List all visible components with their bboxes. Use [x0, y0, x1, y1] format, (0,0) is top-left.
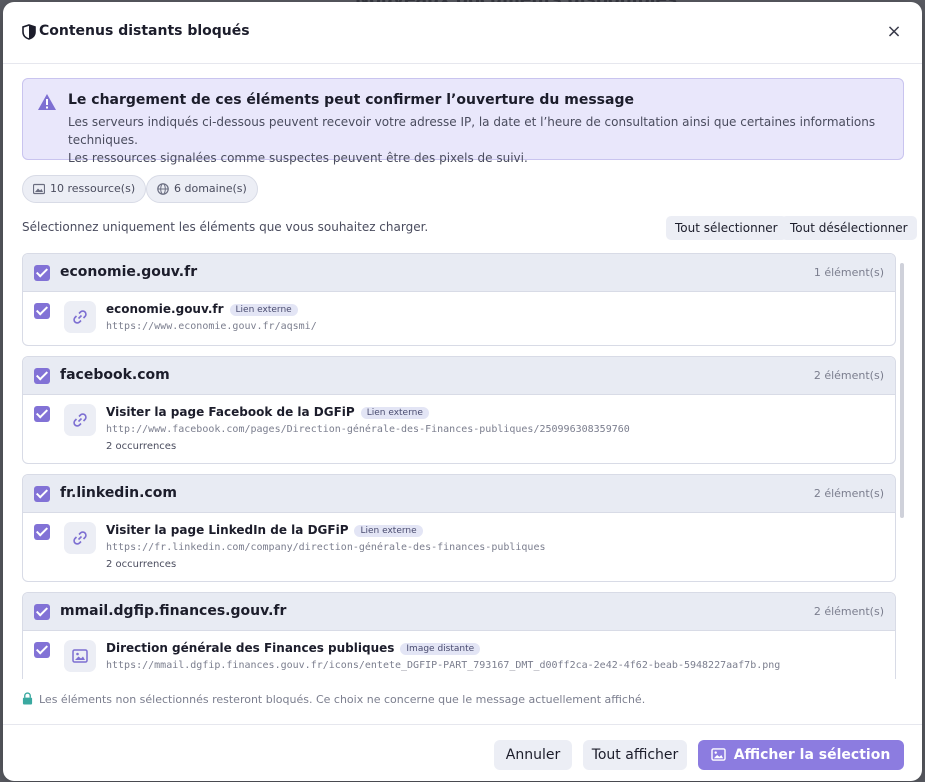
domain-item-count: 2 élément(s): [813, 487, 884, 500]
image-icon: [33, 183, 45, 195]
dialog-title: Contenus distants bloqués: [39, 23, 250, 39]
resource-name-text: Visiter la page Facebook de la DGFiP: [106, 405, 355, 419]
image-icon: [711, 748, 726, 761]
show-selection-button[interactable]: Afficher la sélection (6): [698, 740, 904, 781]
resource-type-badge: Lien externe: [229, 304, 298, 316]
resources-count-chip: 10 ressource(s): [22, 175, 147, 203]
domain-group: facebook.com 2 élément(s) Visiter la pag…: [22, 356, 896, 464]
resource-url: https://mmail.dgfip.finances.gouv.fr/ico…: [106, 660, 781, 671]
alert-line-2: Les ressources signalées comme suspectes…: [68, 151, 528, 165]
shield-icon: [22, 24, 36, 40]
resource-occurrences: 2 occurrences: [106, 559, 177, 570]
resources-count: 10 ressource(s): [50, 182, 136, 195]
resource-name: Visiter la page LinkedIn de la DGFiP Lien…: [106, 523, 423, 537]
resource-name-text: Direction générale des Finances publique…: [106, 641, 395, 655]
domain-group: economie.gouv.fr 1 élément(s) economie.g…: [22, 253, 896, 346]
alert-line-1: Les serveurs indiqués ci-dessous peuvent…: [68, 115, 876, 147]
domain-name: facebook.com: [60, 367, 170, 383]
domain-group-header: mmail.dgfip.finances.gouv.fr 2 élément(s…: [23, 593, 895, 631]
deselect-all-button[interactable]: Tout désélectionner: [781, 216, 917, 240]
link-icon: [64, 404, 96, 436]
domain-group-header: fr.linkedin.com 2 élément(s): [23, 475, 895, 513]
link-icon: [64, 522, 96, 554]
cancel-button[interactable]: Annuler: [494, 740, 572, 770]
domain-item-count: 2 élément(s): [813, 605, 884, 618]
domain-checkbox[interactable]: [34, 486, 50, 502]
resource-name: Direction générale des Finances publique…: [106, 641, 481, 655]
remote-content-dialog: Contenus distants bloqués × Le chargemen…: [3, 2, 922, 781]
domain-item-count: 1 élément(s): [813, 266, 884, 279]
close-icon[interactable]: ×: [882, 20, 906, 44]
domain-name: mmail.dgfip.finances.gouv.fr: [60, 603, 287, 619]
domain-group-header: economie.gouv.fr 1 élément(s): [23, 254, 895, 292]
list-scrollbar[interactable]: [900, 263, 904, 518]
resource-checkbox[interactable]: [34, 406, 50, 422]
domain-group: mmail.dgfip.finances.gouv.fr 2 élément(s…: [22, 592, 896, 679]
domains-count-chip: 6 domaine(s): [146, 175, 258, 203]
globe-icon: [157, 183, 169, 195]
resource-name-text: economie.gouv.fr: [106, 302, 224, 316]
show-all-button[interactable]: Tout afficher: [583, 740, 687, 770]
resource-type-badge: Lien externe: [354, 525, 423, 537]
dialog-footer: Annuler Tout afficher Afficher la sélect…: [3, 724, 922, 781]
resource-url: https://fr.linkedin.com/company/directio…: [106, 542, 546, 553]
resource-name: Visiter la page Facebook de la DGFiP Lien…: [106, 405, 429, 419]
privacy-warning-alert: Le chargement de ces éléments peut confi…: [22, 78, 904, 165]
warning-icon: [38, 94, 56, 110]
resource-type-badge: Image distante: [400, 643, 481, 655]
domain-group-header: facebook.com 2 élément(s): [23, 357, 895, 395]
blocked-note-text: Les éléments non sélectionnés resteront …: [39, 693, 646, 706]
link-icon: [64, 301, 96, 333]
alert-text: Les serveurs indiqués ci-dessous peuvent…: [68, 113, 898, 167]
domain-name: fr.linkedin.com: [60, 485, 177, 501]
resource-checkbox[interactable]: [34, 642, 50, 658]
domain-checkbox[interactable]: [34, 265, 50, 281]
resource-name: economie.gouv.fr Lien externe: [106, 302, 298, 316]
domains-count: 6 domaine(s): [174, 182, 247, 195]
image-icon: [64, 640, 96, 672]
domain-checkbox[interactable]: [34, 604, 50, 620]
resource-checkbox[interactable]: [34, 524, 50, 540]
domain-item-count: 2 élément(s): [813, 369, 884, 382]
domain-list[interactable]: economie.gouv.fr 1 élément(s) economie.g…: [22, 253, 904, 679]
resource-url: http://www.facebook.com/pages/Direction-…: [106, 424, 630, 435]
alert-title: Le chargement de ces éléments peut confi…: [68, 92, 634, 108]
lock-icon: [22, 692, 33, 705]
show-selection-label: Afficher la sélection (6): [733, 747, 891, 781]
selection-instruction: Sélectionnez uniquement les éléments que…: [22, 220, 429, 234]
domain-group: fr.linkedin.com 2 élément(s) Visiter la …: [22, 474, 896, 582]
resource-checkbox[interactable]: [34, 303, 50, 319]
resource-occurrences: 2 occurrences: [106, 441, 177, 452]
resource-name-text: Visiter la page LinkedIn de la DGFiP: [106, 523, 349, 537]
resource-type-badge: Lien externe: [360, 407, 429, 419]
dialog-header: Contenus distants bloqués ×: [3, 2, 922, 64]
domain-checkbox[interactable]: [34, 368, 50, 384]
select-all-button[interactable]: Tout sélectionner: [666, 216, 787, 240]
resource-url: https://www.economie.gouv.fr/aqsmi/: [106, 321, 317, 332]
domain-name: economie.gouv.fr: [60, 264, 198, 280]
